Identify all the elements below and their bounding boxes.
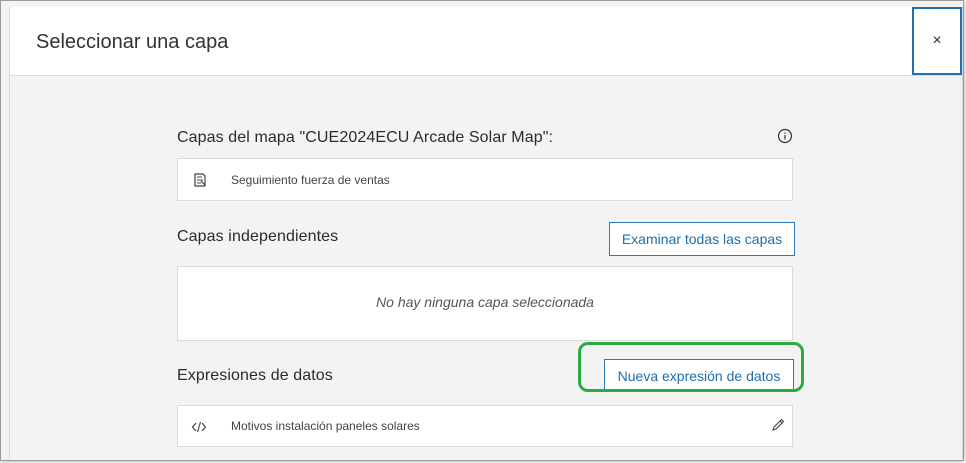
- map-layer-icon: [194, 173, 206, 187]
- new-data-expression-button[interactable]: Nueva expresión de datos: [604, 359, 794, 392]
- pencil-icon[interactable]: [770, 417, 786, 433]
- info-icon[interactable]: [777, 128, 793, 144]
- select-layer-dialog: Seleccionar una capa × Capas del mapa "C…: [9, 7, 963, 459]
- close-icon: ×: [932, 32, 942, 49]
- data-expressions-heading: Expresiones de datos: [177, 367, 333, 384]
- map-layer-label: Seguimiento fuerza de ventas: [231, 173, 390, 187]
- window-frame: Seleccionar una capa × Capas del mapa "C…: [0, 0, 964, 461]
- data-expression-item[interactable]: Motivos instalación paneles solares: [177, 405, 793, 447]
- close-button[interactable]: ×: [912, 7, 962, 75]
- data-expression-label: Motivos instalación paneles solares: [231, 419, 420, 433]
- browse-all-layers-button[interactable]: Examinar todas las capas: [609, 222, 795, 256]
- code-icon: [191, 421, 207, 433]
- map-layer-item[interactable]: Seguimiento fuerza de ventas: [177, 158, 793, 201]
- standalone-layers-heading: Capas independientes: [177, 228, 339, 245]
- map-layers-heading: Capas del mapa "CUE2024ECU Arcade Solar …: [177, 129, 554, 146]
- dialog-title: Seleccionar una capa: [36, 31, 229, 53]
- empty-state-message: No hay ninguna capa seleccionada: [376, 294, 594, 310]
- standalone-layers-list: No hay ninguna capa seleccionada: [177, 266, 793, 341]
- dialog-header: Seleccionar una capa ×: [10, 7, 962, 76]
